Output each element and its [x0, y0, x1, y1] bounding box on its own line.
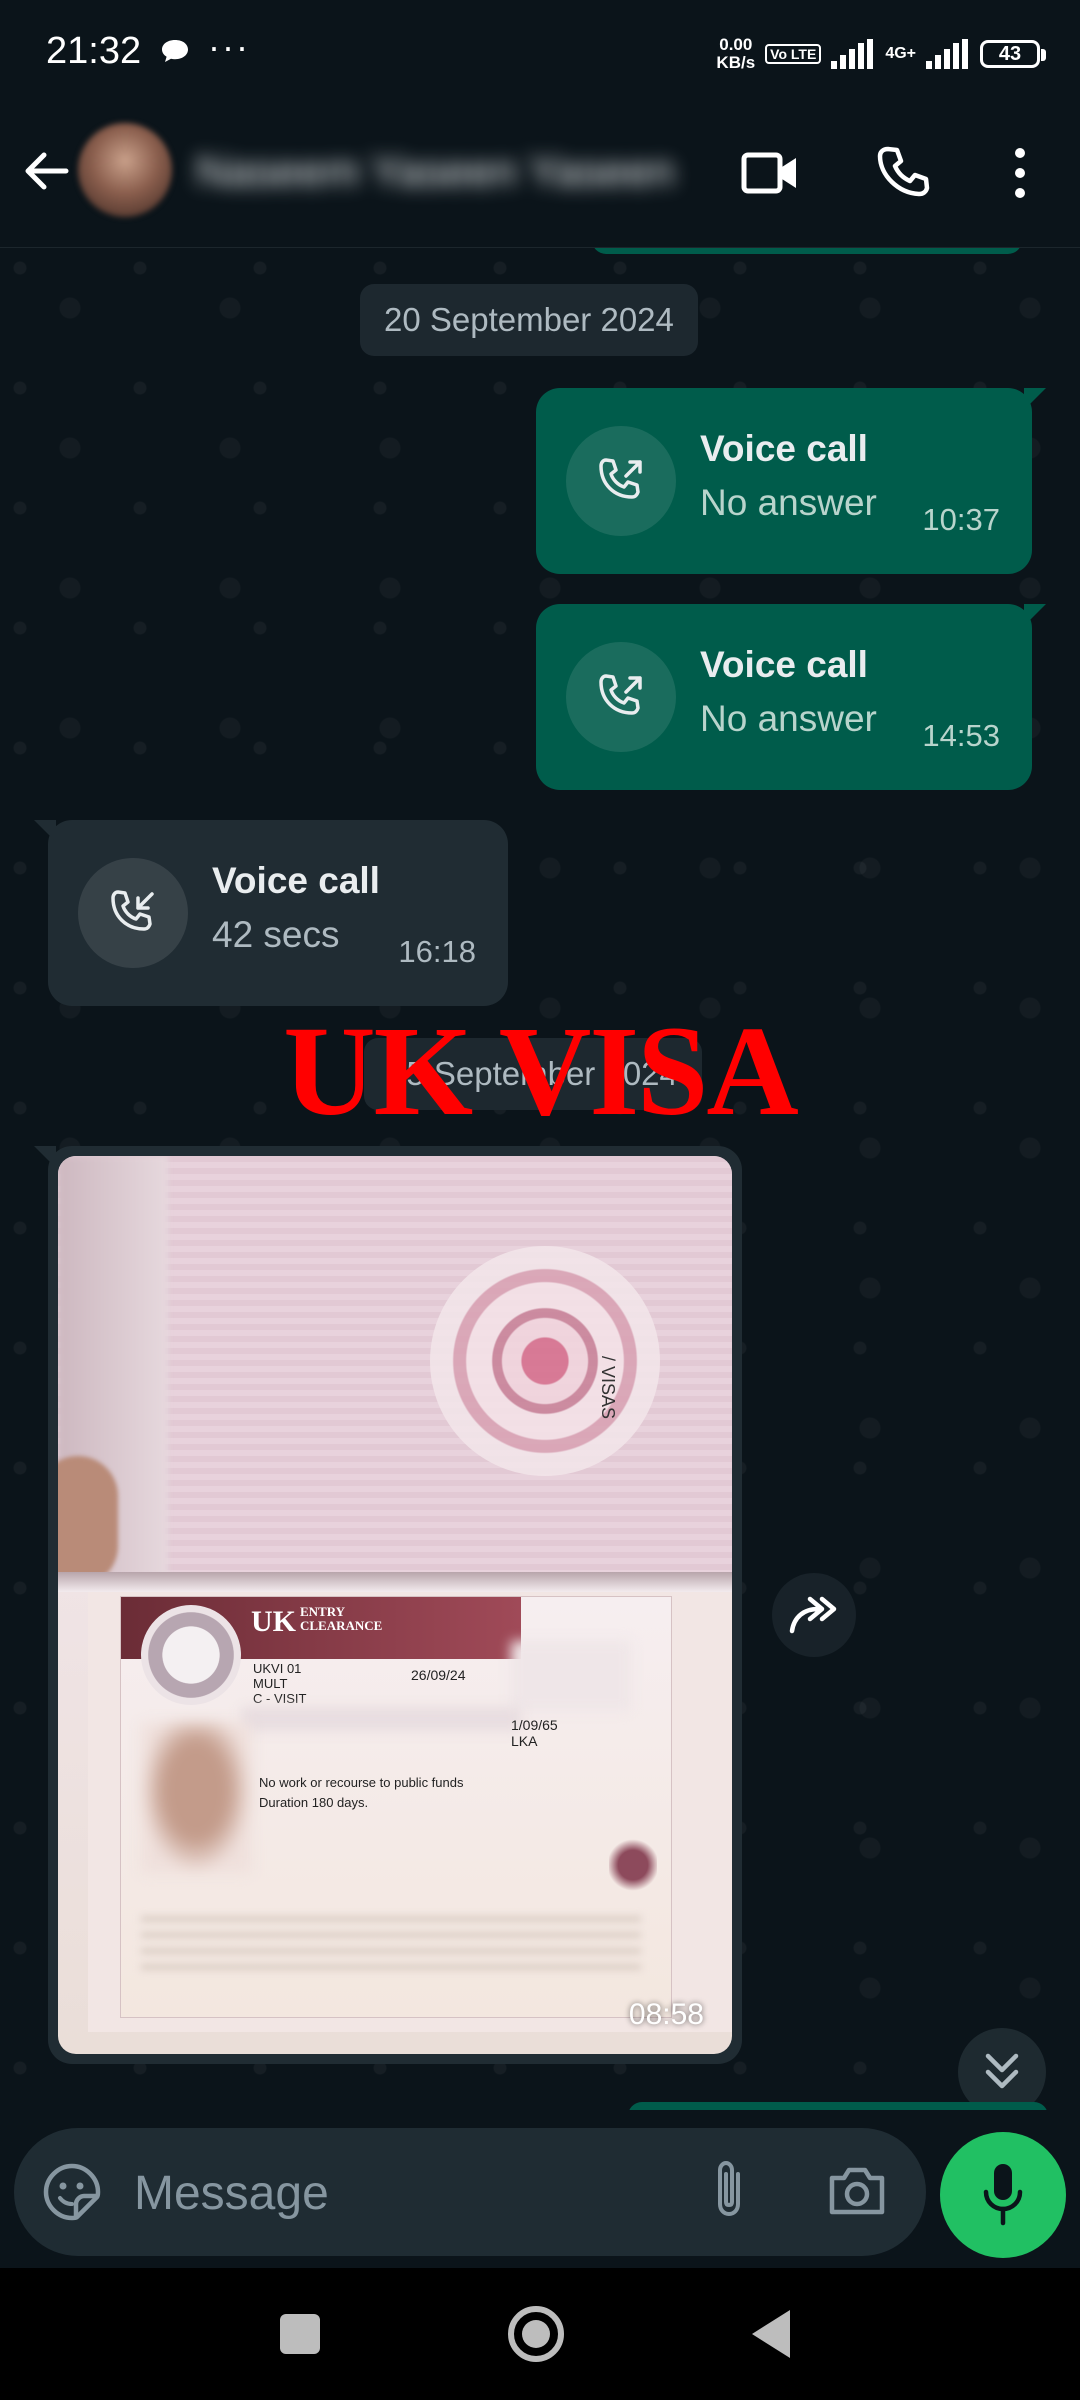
call-icon-circle [566, 426, 676, 536]
call-message[interactable]: Voice call No answer 14:53 [536, 604, 1046, 790]
back-arrow-icon[interactable] [20, 145, 72, 197]
recents-button[interactable] [280, 2314, 320, 2354]
passport-gutter [58, 1572, 732, 1592]
message-time: 10:37 [922, 502, 1000, 537]
network-type: 4G+ [885, 45, 916, 62]
machine-readable-zone [141, 1917, 641, 1977]
call-message[interactable]: Voice call No answer 10:37 [536, 388, 1046, 574]
video-call-icon[interactable] [740, 145, 800, 201]
attach-icon[interactable] [706, 2158, 752, 2224]
chat-area[interactable]: 20 September 2024 Voice call No answer 1… [0, 248, 1080, 2110]
more-options-icon[interactable] [1000, 143, 1040, 203]
date-divider: 20 September 2024 [360, 284, 698, 356]
status-time: 21:32 [46, 30, 142, 72]
back-button[interactable] [752, 2310, 790, 2358]
sticker-icon[interactable] [42, 2162, 102, 2222]
voice-call-icon[interactable] [874, 143, 930, 199]
net-speed: 0.00 KB/s [716, 35, 756, 72]
message-time: 08:58 [628, 1998, 704, 2031]
call-icon-circle [78, 858, 188, 968]
message-time: 14:53 [922, 718, 1000, 753]
avatar[interactable] [78, 123, 172, 217]
previous-message-partial [592, 248, 1022, 254]
redacted-area [241, 1707, 521, 1731]
status-more-dots: ··· [208, 26, 250, 67]
call-title: Voice call [700, 644, 868, 685]
message-input[interactable] [132, 2152, 696, 2234]
incoming-call-icon [111, 890, 154, 931]
royal-crest [609, 1837, 657, 1893]
next-message-partial [628, 2102, 1048, 2110]
visas-page-label: / VISAS [598, 1356, 618, 1420]
camera-icon[interactable] [826, 2162, 888, 2220]
signal-icon-2 [926, 39, 968, 69]
forward-button[interactable] [772, 1573, 856, 1657]
forward-icon [789, 1596, 837, 1634]
chat-header: Naseem Yaseen Yaseen [0, 105, 1080, 248]
volte-icon: Vo LTE [765, 44, 822, 64]
call-title: Voice call [700, 428, 868, 469]
contact-name[interactable]: Naseem Yaseen Yaseen [196, 147, 675, 197]
call-status: No answer [700, 482, 877, 523]
call-title: Voice call [212, 860, 380, 901]
visa-valid-from: 26/09/24 [411, 1667, 466, 1683]
microphone-icon [983, 2164, 1023, 2226]
visa-header: UK ENTRY CLEARANCE [251, 1604, 383, 1639]
signal-icon [831, 39, 874, 69]
redacted-area [511, 1641, 631, 1711]
system-nav-bar [0, 2268, 1080, 2400]
status-indicators: 0.00 KB/s Vo LTE 4G+ 43 [716, 34, 1046, 74]
home-button[interactable] [508, 2306, 564, 2362]
visa-seal [141, 1605, 241, 1705]
battery-icon: 43 [980, 40, 1046, 68]
voice-message-button[interactable] [940, 2132, 1066, 2258]
scroll-to-bottom-button[interactable] [958, 2028, 1046, 2110]
overlay-title: UK VISA [283, 1000, 799, 1142]
double-chevron-down-icon [985, 2053, 1019, 2089]
status-bar: 21:32 ··· 0.00 KB/s Vo LTE 4G+ 43 [0, 0, 1080, 105]
chat-notification-icon [162, 40, 188, 62]
visa-fields: UKVI 01 MULT C - VISIT [253, 1661, 307, 1706]
visa-remarks: No work or recourse to public funds Dura… [259, 1775, 464, 1810]
call-status: No answer [700, 698, 877, 739]
call-duration: 42 secs [212, 914, 340, 955]
image-message[interactable]: / VISAS UK ENTRY CLEARANCE UKVI 01 MULT C … [34, 1146, 742, 2064]
message-time: 16:18 [398, 934, 476, 969]
visa-nationality: 1/09/65 LKA [511, 1717, 558, 1749]
message-composer [14, 2128, 926, 2256]
redacted-face [141, 1723, 251, 1873]
outgoing-call-icon [599, 674, 642, 715]
passport-rosette [430, 1246, 660, 1476]
outgoing-call-icon [599, 458, 642, 499]
thumb [58, 1456, 118, 1586]
call-icon-circle [566, 642, 676, 752]
call-message[interactable]: Voice call 42 secs 16:18 [34, 820, 508, 1006]
visa-sticker: UK ENTRY CLEARANCE UKVI 01 MULT C - VISIT … [120, 1596, 672, 2018]
visa-photo[interactable]: / VISAS UK ENTRY CLEARANCE UKVI 01 MULT C … [58, 1156, 732, 2054]
